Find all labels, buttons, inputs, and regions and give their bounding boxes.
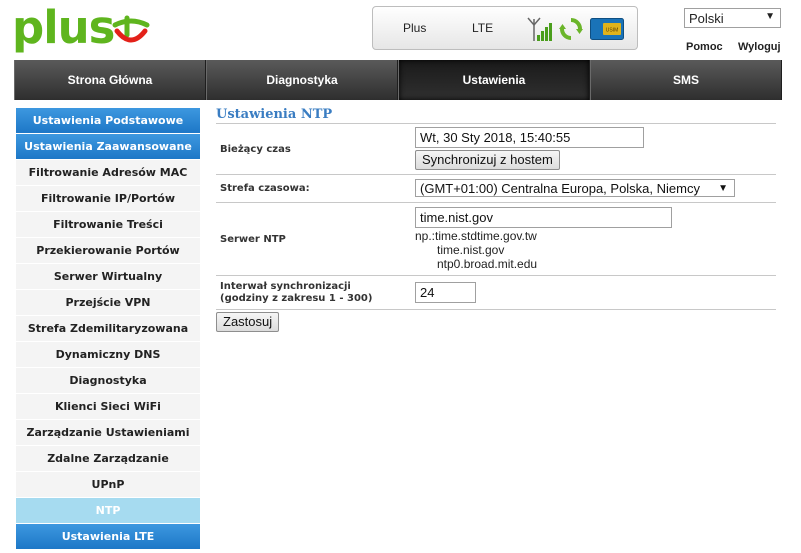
- ntp-server-hint: ntp0.broad.mit.edu: [437, 257, 538, 271]
- sync-interval-row: Interwał synchronizacji (godziny z zakre…: [216, 276, 776, 310]
- plus-logo[interactable]: plus: [12, 1, 150, 54]
- sidebar-item-mac-filtering[interactable]: Filtrowanie Adresów MAC: [16, 160, 200, 186]
- sim-card-icon: USIM: [590, 18, 624, 40]
- sidebar-item-virtual-server[interactable]: Serwer Wirtualny: [16, 264, 200, 290]
- sidebar-item-dmz[interactable]: Strefa Zdemilitaryzowana: [16, 316, 200, 342]
- sidebar-item-remote-management[interactable]: Zdalne Zarządzanie: [16, 446, 200, 472]
- tab-diagnostics[interactable]: Diagnostyka: [206, 60, 398, 100]
- settings-sidebar: Ustawienia Podstawowe Ustawienia Zaawans…: [16, 108, 200, 550]
- sidebar-item-ntp[interactable]: NTP: [16, 498, 200, 524]
- timezone-selected: (GMT+01:00) Centralna Europa, Polska, Ni…: [420, 181, 700, 196]
- chevron-down-icon: ▼: [718, 183, 728, 194]
- language-selected: Polski: [689, 11, 724, 26]
- operator-name: Plus: [403, 21, 427, 35]
- connection-status-panel: Plus LTE USIM: [372, 6, 638, 50]
- network-type: LTE: [472, 21, 494, 35]
- ntp-server-input[interactable]: [415, 207, 672, 228]
- sync-with-host-button[interactable]: Synchronizuj z hostem: [415, 150, 560, 170]
- sidebar-item-dynamic-dns[interactable]: Dynamiczny DNS: [16, 342, 200, 368]
- logout-link[interactable]: Wyloguj: [738, 41, 781, 53]
- sidebar-item-basic-settings[interactable]: Ustawienia Podstawowe: [16, 108, 200, 134]
- sync-interval-input[interactable]: [415, 282, 476, 303]
- current-time-label: Bieżący czas: [220, 143, 291, 155]
- signal-strength-icon: [527, 17, 552, 41]
- sidebar-item-advanced-settings[interactable]: Ustawienia Zaawansowane: [16, 134, 200, 160]
- timezone-row: Strefa czasowa: (GMT+01:00) Centralna Eu…: [216, 175, 776, 203]
- chevron-down-icon: ▼: [765, 11, 775, 22]
- tab-sms[interactable]: SMS: [590, 60, 782, 100]
- language-select[interactable]: Polski ▼: [684, 8, 781, 28]
- page-title: Ustawienia NTP: [216, 107, 776, 124]
- ntp-settings-panel: Ustawienia NTP Bieżący czas Wt, 30 Sty 2…: [216, 107, 776, 332]
- sidebar-item-vpn-passthrough[interactable]: Przejście VPN: [16, 290, 200, 316]
- sidebar-item-lte-settings[interactable]: Ustawienia LTE: [16, 524, 200, 550]
- timezone-select[interactable]: (GMT+01:00) Centralna Europa, Polska, Ni…: [415, 179, 735, 197]
- ntp-server-label: Serwer NTP: [220, 233, 286, 245]
- ntp-server-hint: np.:time.stdtime.gov.tw: [415, 229, 537, 243]
- ntp-server-hint: time.nist.gov: [437, 243, 505, 257]
- help-link[interactable]: Pomoc: [686, 41, 723, 53]
- current-time-field: Wt, 30 Sty 2018, 15:40:55: [415, 127, 644, 148]
- refresh-icon[interactable]: [559, 17, 583, 41]
- sync-interval-range-label: (godziny z zakresu 1 - 300): [220, 292, 373, 304]
- current-time-row: Bieżący czas Wt, 30 Sty 2018, 15:40:55 S…: [216, 124, 776, 175]
- sidebar-item-wifi-clients[interactable]: Klienci Sieci WiFi: [16, 394, 200, 420]
- sidebar-item-ip-port-filtering[interactable]: Filtrowanie IP/Portów: [16, 186, 200, 212]
- apply-button[interactable]: Zastosuj: [216, 312, 280, 332]
- sim-label: USIM: [606, 28, 619, 34]
- sync-interval-label: Interwał synchronizacji: [220, 280, 351, 292]
- sidebar-item-upnp[interactable]: UPnP: [16, 472, 200, 498]
- tab-home[interactable]: Strona Główna: [14, 60, 206, 100]
- main-navigation: Strona Główna Diagnostyka Ustawienia SMS: [14, 60, 782, 100]
- sidebar-item-settings-management[interactable]: Zarządzanie Ustawieniami: [16, 420, 200, 446]
- timezone-label: Strefa czasowa:: [220, 183, 310, 194]
- logo-text: plus: [12, 1, 115, 54]
- sidebar-item-port-forwarding[interactable]: Przekierowanie Portów: [16, 238, 200, 264]
- plus-smile-icon: [112, 15, 150, 43]
- ntp-server-row: Serwer NTP np.:time.stdtime.gov.tw time.…: [216, 203, 776, 276]
- tab-settings[interactable]: Ustawienia: [398, 60, 590, 100]
- sidebar-item-content-filtering[interactable]: Filtrowanie Treści: [16, 212, 200, 238]
- sidebar-item-diagnostics[interactable]: Diagnostyka: [16, 368, 200, 394]
